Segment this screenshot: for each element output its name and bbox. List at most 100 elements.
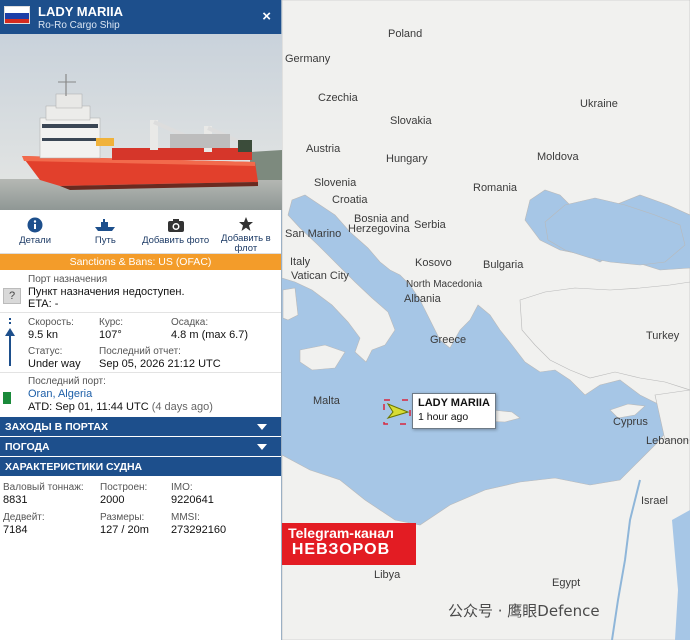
tool-details[interactable]: Детали — [0, 210, 70, 253]
course-arrow-icon — [5, 318, 15, 366]
country-label: Ukraine — [580, 98, 618, 110]
unknown-destination-icon: ? — [3, 288, 21, 304]
imo-value: 9220641 — [171, 494, 214, 506]
country-label: Serbia — [414, 219, 447, 231]
ship-name: LADY MARIIA — [38, 4, 123, 19]
speed-value: 9.5 kn — [28, 329, 58, 341]
tool-route[interactable]: Путь — [70, 210, 140, 253]
draught-label: Осадка: — [171, 317, 209, 328]
vessel-specs: Валовый тоннаж: 8831 Построен: 2000 IMO:… — [0, 476, 281, 546]
last-report-value: Sep 05, 2026 21:12 UTC — [99, 358, 221, 370]
country-label: Cyprus — [613, 416, 648, 428]
tool-add-photo[interactable]: Добавить фото — [141, 210, 211, 253]
section-port-calls-label: ЗАХОДЫ В ПОРТАХ — [5, 421, 109, 433]
eta-value: ETA: - — [28, 298, 59, 310]
country-label: Lebanon — [646, 435, 689, 447]
screen: Poland Germany Czechia Slovakia Ukraine Austr… — [0, 0, 690, 640]
algeria-flag-icon — [3, 392, 19, 404]
mmsi-value: 273292160 — [171, 524, 227, 536]
camera-icon — [167, 216, 185, 234]
country-label: Germany — [285, 53, 331, 65]
course-label: Курс: — [99, 317, 124, 328]
built-value: 2000 — [100, 494, 125, 506]
atd-ago: (4 days ago) — [151, 401, 213, 413]
dwt-label: Дедвейт: — [3, 512, 45, 523]
draught-value: 4.8 m (max 6.7) — [171, 329, 249, 341]
status-label: Статус: — [28, 346, 63, 357]
section-weather-label: ПОГОДА — [5, 441, 50, 453]
tool-add-to-fleet[interactable]: Добавить в флот — [211, 210, 281, 254]
country-label: Libya — [374, 569, 401, 581]
status-value: Under way — [28, 358, 81, 370]
tool-details-label: Детали — [19, 235, 52, 246]
telegram-line-2: НЕВЗОРОВ — [291, 541, 391, 558]
country-label: Israel — [641, 495, 668, 507]
telegram-line-1: Telegram-канал — [288, 525, 394, 541]
last-port-link[interactable]: Oran, Algeria — [28, 388, 92, 400]
star-icon — [238, 216, 254, 232]
country-label: Bulgaria — [483, 259, 524, 271]
country-label: Malta — [313, 395, 341, 407]
course-value: 107° — [99, 329, 122, 341]
info-icon — [27, 216, 43, 234]
country-label: Herzegovina — [348, 223, 411, 235]
country-label: Hungary — [386, 153, 428, 165]
last-port-label: Последний порт: — [28, 376, 106, 387]
country-label: Romania — [473, 182, 518, 194]
country-label: Croatia — [332, 194, 368, 206]
telegram-channel-banner: Telegram-канал НЕВЗОРОВ — [266, 523, 416, 565]
country-label: Kosovo — [415, 257, 452, 269]
country-label: Turkey — [646, 330, 680, 342]
country-label: Albania — [404, 293, 442, 305]
country-label: Moldova — [537, 151, 579, 163]
destination-value: Пункт назначения недоступен. — [28, 286, 185, 298]
ship-photo[interactable] — [0, 34, 282, 210]
country-label: North Macedonia — [406, 279, 483, 290]
section-vessel-specs-label: ХАРАКТЕРИСТИКИ СУДНА — [5, 461, 143, 473]
vessel-toolbar: Детали Путь Добавить фото Добавить в фло… — [0, 210, 281, 254]
size-label: Размеры: — [100, 512, 145, 523]
section-vessel-specs: ХАРАКТЕРИСТИКИ СУДНА — [0, 456, 281, 476]
tool-add-photo-label: Добавить фото — [142, 235, 210, 246]
size-value: 127 / 20m — [100, 524, 149, 536]
sanctions-banner[interactable]: Sanctions & Bans: US (OFAC) — [0, 254, 281, 270]
gt-label: Валовый тоннаж: — [3, 482, 84, 493]
tool-add-to-fleet-label: Добавить в флот — [221, 233, 271, 254]
speed-label: Скорость: — [28, 317, 74, 328]
destination-label: Порт назначения — [28, 274, 108, 285]
built-label: Построен: — [100, 482, 148, 493]
popup-ship-name: LADY MARIIA — [418, 397, 490, 409]
tool-route-label: Путь — [94, 235, 116, 246]
gt-value: 8831 — [3, 494, 28, 506]
country-label: Italy — [290, 256, 311, 268]
watermark: 公众号 · 鹰眼Defence — [448, 602, 600, 620]
country-label: Slovakia — [390, 115, 432, 127]
popup-last-seen: 1 hour ago — [418, 411, 469, 423]
country-label: San Marino — [285, 228, 341, 240]
vessel-popup[interactable]: LADY MARIIA 1 hour ago — [412, 393, 496, 429]
country-label: Greece — [430, 334, 466, 346]
section-weather[interactable]: ПОГОДА — [0, 436, 281, 456]
country-label: Czechia — [318, 92, 359, 104]
section-port-calls[interactable]: ЗАХОДЫ В ПОРТАХ — [0, 416, 281, 436]
chevron-down-icon — [257, 424, 267, 430]
country-label: Slovenia — [314, 177, 357, 189]
imo-label: IMO: — [171, 482, 193, 493]
ship-type: Ro-Ro Cargo Ship — [38, 20, 120, 31]
dwt-value: 7184 — [3, 524, 28, 536]
russia-flag-icon — [4, 6, 30, 24]
country-label: Vatican City — [291, 270, 349, 282]
last-report-label: Последний отчет: — [99, 346, 181, 357]
panel-header: LADY MARIIA Ro-Ro Cargo Ship × — [0, 0, 281, 34]
atd-time: ATD: Sep 01, 11:44 UTC — [28, 401, 149, 413]
close-button[interactable]: × — [262, 8, 271, 25]
vessel-info-panel: LADY MARIIA Ro-Ro Cargo Ship × Детали Пу… — [0, 0, 282, 640]
map-land-sardinia — [282, 287, 299, 321]
atd-value: ATD: Sep 01, 11:44 UTC (4 days ago) — [28, 401, 213, 413]
country-label: Austria — [306, 143, 341, 155]
mmsi-label: MMSI: — [171, 512, 200, 523]
ship-route-icon — [93, 216, 117, 234]
country-label: Poland — [388, 28, 422, 40]
country-label: Egypt — [552, 577, 580, 589]
chevron-down-icon — [257, 444, 267, 450]
